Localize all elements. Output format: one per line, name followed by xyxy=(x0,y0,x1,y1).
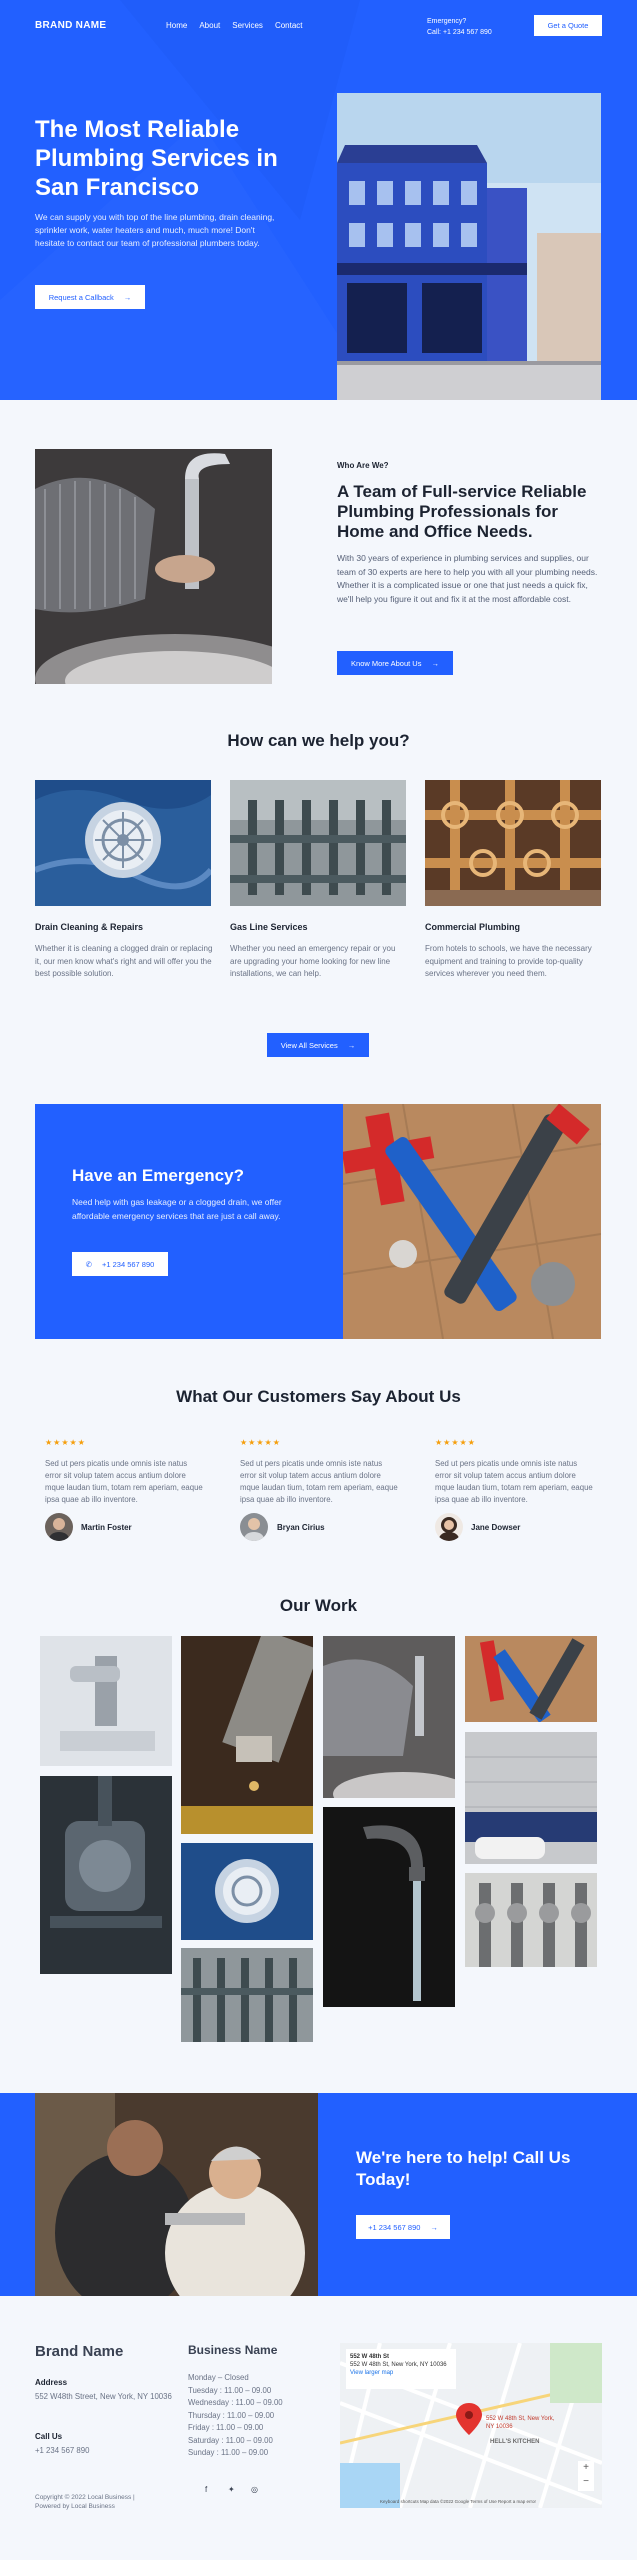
avatar xyxy=(45,1513,73,1541)
work-title: Our Work xyxy=(279,1596,358,1615)
arrow-right-icon: → xyxy=(347,1040,356,1050)
footer-brand: Brand Name xyxy=(35,2343,124,2360)
map-info-card: 552 W 48th St 552 W 48th St, New York, N… xyxy=(346,2349,456,2389)
about-eyebrow: Who Are We? xyxy=(337,461,389,470)
service-desc-gas-line: Whether you need an emergency repair or … xyxy=(230,944,396,978)
hours-row: Sunday : 11.00 – 09.00 xyxy=(188,2448,269,2457)
arrow-right-icon: → xyxy=(430,2222,438,2232)
testimonial-author: Bryan Cirius xyxy=(277,1523,325,1532)
testimonial-author: Jane Dowser xyxy=(471,1523,521,1532)
nav-link-services[interactable]: Services xyxy=(232,21,263,30)
footer-address: 552 W48th Street, New York, NY 10036 xyxy=(35,2392,172,2401)
map-attribution: Keyboard shortcuts Map data ©2022 Google… xyxy=(380,2499,537,2504)
main-nav: Home About Services Contact xyxy=(166,21,303,30)
twitter-icon[interactable]: ✦ xyxy=(228,2485,235,2494)
gallery-image-running-tap[interactable] xyxy=(323,1807,455,2007)
emergency-call-button[interactable]: ✆ +1 234 567 890 xyxy=(72,1252,168,1276)
map-zoom-controls[interactable]: + − xyxy=(578,2461,594,2491)
cta-call-button[interactable]: +1 234 567 890 → xyxy=(356,2215,450,2239)
testimonials-title: What Our Customers Say About Us xyxy=(176,1387,461,1406)
hours-row: Monday – Closed xyxy=(188,2373,249,2382)
avatar xyxy=(240,1513,268,1541)
hero-text: We can supply you with top of the line p… xyxy=(35,212,275,248)
brand-logo[interactable]: BRAND NAME xyxy=(35,20,106,31)
nav-link-contact[interactable]: Contact xyxy=(275,21,303,30)
footer-call-label: Call Us xyxy=(35,2432,63,2441)
cta-title: We're here to help! Call Us Today! xyxy=(356,2148,571,2189)
map-place-name: 552 W 48th St xyxy=(350,2354,390,2360)
about-text: With 30 years of experience in plumbing … xyxy=(337,553,598,604)
service-desc-drain: Whether it is cleaning a clogged drain o… xyxy=(35,944,213,978)
footer-phone[interactable]: +1 234 567 890 xyxy=(35,2445,89,2457)
gallery-image-faucet[interactable] xyxy=(40,1636,172,1766)
map-place-address: 552 W 48th St, New York, NY 10036 xyxy=(350,2362,447,2368)
hours-row: Friday : 11.00 – 09.00 xyxy=(188,2423,264,2432)
emergency-title: Have an Emergency? xyxy=(72,1166,244,1185)
map-pin-label: 552 W 48th St, New York, NY 10036 xyxy=(486,2416,555,2430)
gallery-image-copper-pipes[interactable] xyxy=(465,1873,597,1967)
emergency-wrenches-image xyxy=(343,1104,601,1339)
emergency-contact: Emergency? Call: +1 234 567 890 xyxy=(427,16,492,38)
services-title: How can we help you? xyxy=(227,731,410,750)
about-title: A Team of Full-service Reliable Plumbing… xyxy=(337,482,587,541)
instagram-icon[interactable]: ◎ xyxy=(251,2485,258,2494)
gallery-image-dripping-pipe[interactable] xyxy=(181,1636,313,1834)
hero-building-image xyxy=(337,93,601,400)
service-name-drain: Drain Cleaning & Repairs xyxy=(35,922,144,932)
know-more-label: Know More About Us xyxy=(351,658,422,668)
service-image-gas-line xyxy=(230,780,406,906)
rating-stars: ★★★★★ xyxy=(240,1438,281,1447)
view-all-services-label: View All Services xyxy=(280,1040,338,1050)
nav-link-home[interactable]: Home xyxy=(166,21,187,30)
view-all-services-button[interactable]: View All Services → xyxy=(267,1033,369,1057)
service-name-commercial: Commercial Plumbing xyxy=(425,922,521,932)
testimonial-quote: Sed ut pers picatis unde omnis iste natu… xyxy=(240,1459,398,1504)
gallery-image-wrenches[interactable] xyxy=(465,1636,597,1722)
service-image-drain xyxy=(35,780,211,906)
testimonial-quote: Sed ut pers picatis unde omnis iste natu… xyxy=(45,1459,203,1504)
request-callback-button[interactable]: Request a Callback → xyxy=(35,285,145,309)
footer-address-label: Address xyxy=(35,2378,68,2387)
gallery-image-bathroom[interactable] xyxy=(465,1732,597,1864)
gallery-image-drain[interactable] xyxy=(181,1843,313,1940)
testimonial-author: Martin Foster xyxy=(81,1523,132,1532)
footer-hours-title: Business Name xyxy=(188,2343,278,2357)
cta-phone-label: +1 234 567 890 xyxy=(368,2222,421,2232)
hours-row: Thursday : 11.00 – 09.00 xyxy=(188,2410,275,2420)
gallery-image-plumber-sink[interactable] xyxy=(323,1636,455,1798)
testimonial-quote: Sed ut pers picatis unde omnis iste natu… xyxy=(435,1459,593,1504)
avatar xyxy=(435,1513,463,1541)
get-quote-button[interactable]: Get a Quote xyxy=(534,15,602,36)
rating-stars: ★★★★★ xyxy=(435,1438,476,1447)
emergency-label: Emergency? xyxy=(427,18,467,25)
nav-link-about[interactable]: About xyxy=(199,21,220,30)
facebook-icon[interactable]: f xyxy=(205,2485,207,2494)
cta-section xyxy=(0,2093,637,2296)
hours-row: Wednesday : 11.00 – 09.00 xyxy=(188,2398,283,2407)
location-map[interactable]: 552 W 48th St 552 W 48th St, New York, N… xyxy=(340,2343,602,2508)
emergency-phone[interactable]: Call: +1 234 567 890 xyxy=(427,27,492,38)
gallery-image-gas-meter[interactable] xyxy=(40,1776,172,1974)
hours-row: Saturday : 11.00 – 09.00 xyxy=(188,2435,273,2445)
hours-row: Tuesday : 11.00 – 09.00 xyxy=(188,2385,272,2395)
business-hours-list: Monday – Closed Tuesday : 11.00 – 09.00 … xyxy=(188,2372,283,2460)
arrow-right-icon: → xyxy=(123,292,132,302)
emergency-text: Need help with gas leakage or a clogged … xyxy=(72,1197,282,1221)
service-image-commercial xyxy=(425,780,601,906)
footer-copyright: Copyright © 2022 Local Business | Powere… xyxy=(35,2494,135,2510)
service-name-gas-line: Gas Line Services xyxy=(230,922,308,932)
map-larger-link[interactable]: View larger map xyxy=(350,2369,452,2377)
about-plumber-image xyxy=(35,449,272,684)
know-more-button[interactable]: Know More About Us → xyxy=(337,651,453,675)
map-landmark: HELL'S KITCHEN xyxy=(490,2439,540,2445)
gallery-image-gas-pipes[interactable] xyxy=(181,1948,313,2042)
request-callback-label: Request a Callback xyxy=(48,292,114,302)
phone-icon: ✆ xyxy=(85,1259,92,1269)
emergency-phone-label: +1 234 567 890 xyxy=(101,1259,155,1269)
hero-title: The Most Reliable Plumbing Services in S… xyxy=(35,116,278,201)
cta-plumbers-image xyxy=(35,2093,318,2296)
rating-stars: ★★★★★ xyxy=(45,1438,86,1447)
arrow-right-icon: → xyxy=(431,658,439,668)
service-desc-commercial: From hotels to schools, we have the nece… xyxy=(425,944,592,978)
